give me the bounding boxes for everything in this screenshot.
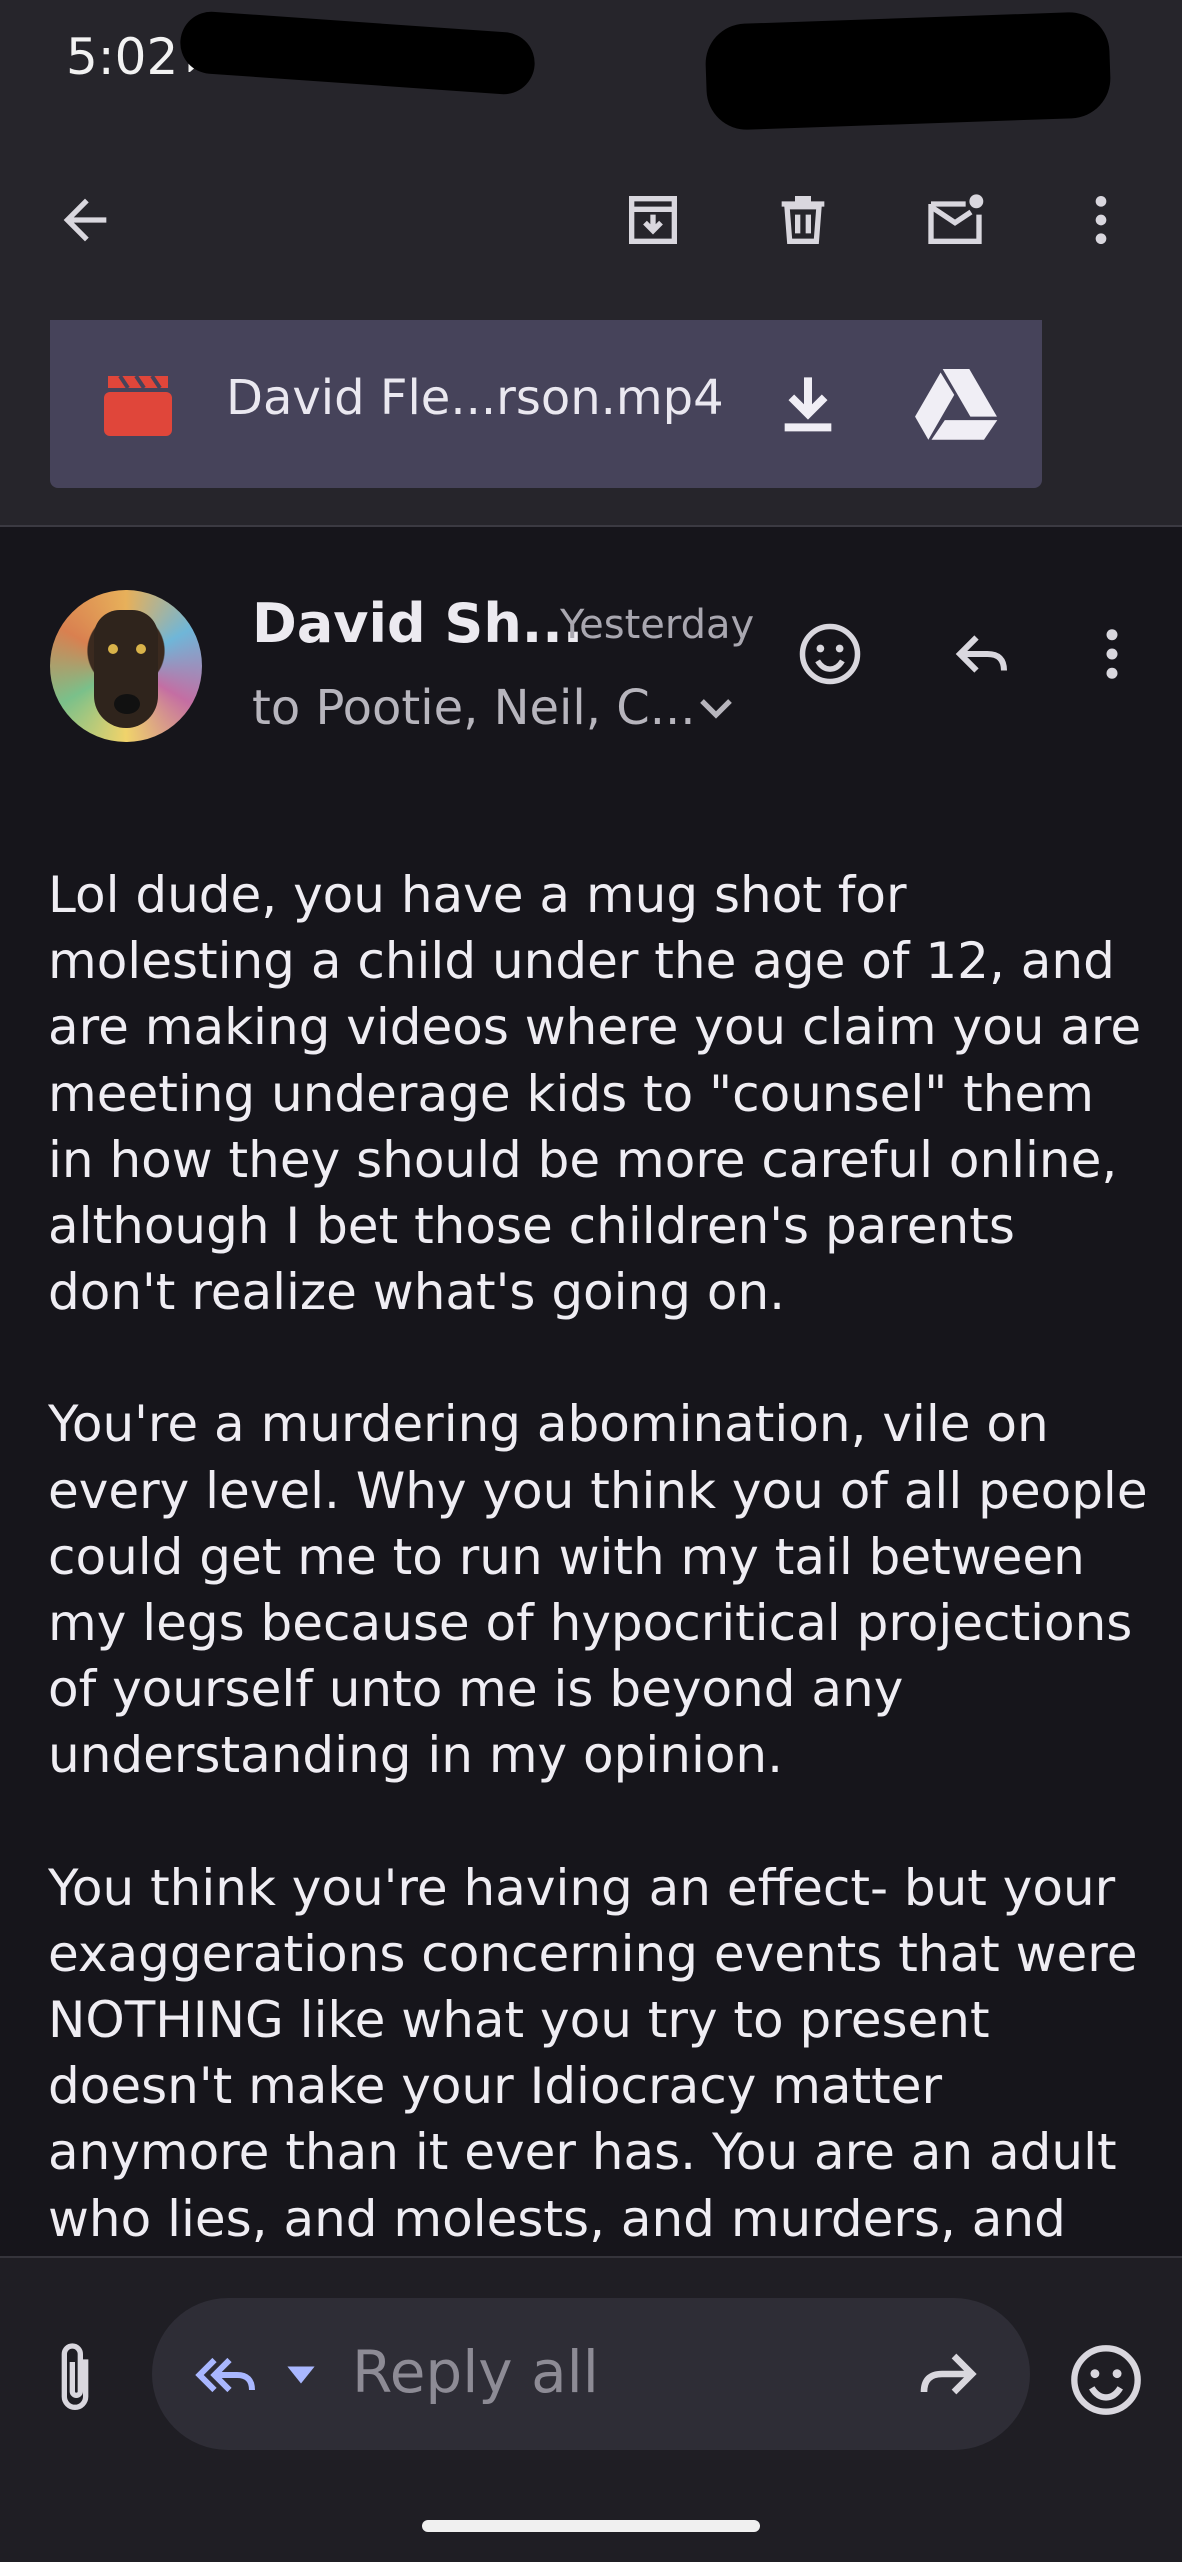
arrow-back-icon <box>63 198 107 242</box>
chevron-down-icon[interactable] <box>696 694 736 724</box>
message-toolbar <box>0 130 1182 320</box>
message-paragraph: Lol dude, you have a mug shot for molest… <box>48 866 1142 1322</box>
status-time: 5:02 <box>66 28 179 86</box>
avatar-eye <box>136 644 146 654</box>
more-options-button[interactable] <box>1056 175 1146 265</box>
attachment-chip[interactable]: David Fle...rson.mp4 <box>50 320 1042 488</box>
add-reaction-button[interactable] <box>788 612 872 696</box>
reply-all-label: Reply all <box>352 2338 599 2406</box>
back-button[interactable] <box>40 175 130 265</box>
delete-button[interactable] <box>758 175 848 265</box>
video-clapper-icon <box>104 374 172 436</box>
attachment-area: David Fle...rson.mp4 <box>0 320 1182 525</box>
paperclip-icon[interactable] <box>42 2338 108 2418</box>
mark-unread-button[interactable] <box>910 175 1000 265</box>
reply-button[interactable] <box>940 612 1024 696</box>
sender-name[interactable]: David Sh... <box>252 592 583 655</box>
archive-icon <box>629 196 677 244</box>
recipients-line[interactable]: to Pootie, Neil, C... <box>252 680 696 736</box>
emoji-smile-icon[interactable] <box>1068 2342 1144 2418</box>
message-paragraph: You're a murdering abomination, vile on … <box>48 1395 1148 1785</box>
avatar-nose <box>114 694 140 714</box>
avatar[interactable] <box>50 590 202 742</box>
more-vert-icon <box>1095 196 1107 244</box>
compose-bar: Reply all <box>0 2256 1182 2562</box>
status-bar: 5:02 <box>0 0 1182 132</box>
reply-all-icon <box>195 2357 255 2393</box>
message-time: Yesterday <box>560 602 755 648</box>
trash-icon <box>781 196 825 244</box>
redaction-mark-left <box>178 9 537 97</box>
caret-down-icon[interactable] <box>284 2360 318 2390</box>
mail-unread-icon <box>928 194 984 244</box>
archive-button[interactable] <box>608 175 698 265</box>
reply-all-field[interactable]: Reply all <box>152 2298 1030 2450</box>
emoji-smile-icon <box>799 623 861 685</box>
google-drive-icon[interactable] <box>914 364 998 444</box>
home-indicator[interactable] <box>422 2520 760 2532</box>
reply-icon <box>955 635 1008 673</box>
section-divider <box>0 525 1182 527</box>
download-icon[interactable] <box>768 364 848 444</box>
more-vert-icon <box>1106 629 1118 679</box>
forward-icon[interactable] <box>912 2338 984 2410</box>
attachment-filename: David Fle...rson.mp4 <box>226 370 724 426</box>
message-more-button[interactable] <box>1070 612 1154 696</box>
message-body: Lol dude, you have a mug shot for molest… <box>48 862 1148 2252</box>
avatar-eye <box>108 644 118 654</box>
redaction-mark-right <box>704 10 1112 132</box>
message-paragraph: You think you're having an effect- but y… <box>48 1858 1138 2248</box>
